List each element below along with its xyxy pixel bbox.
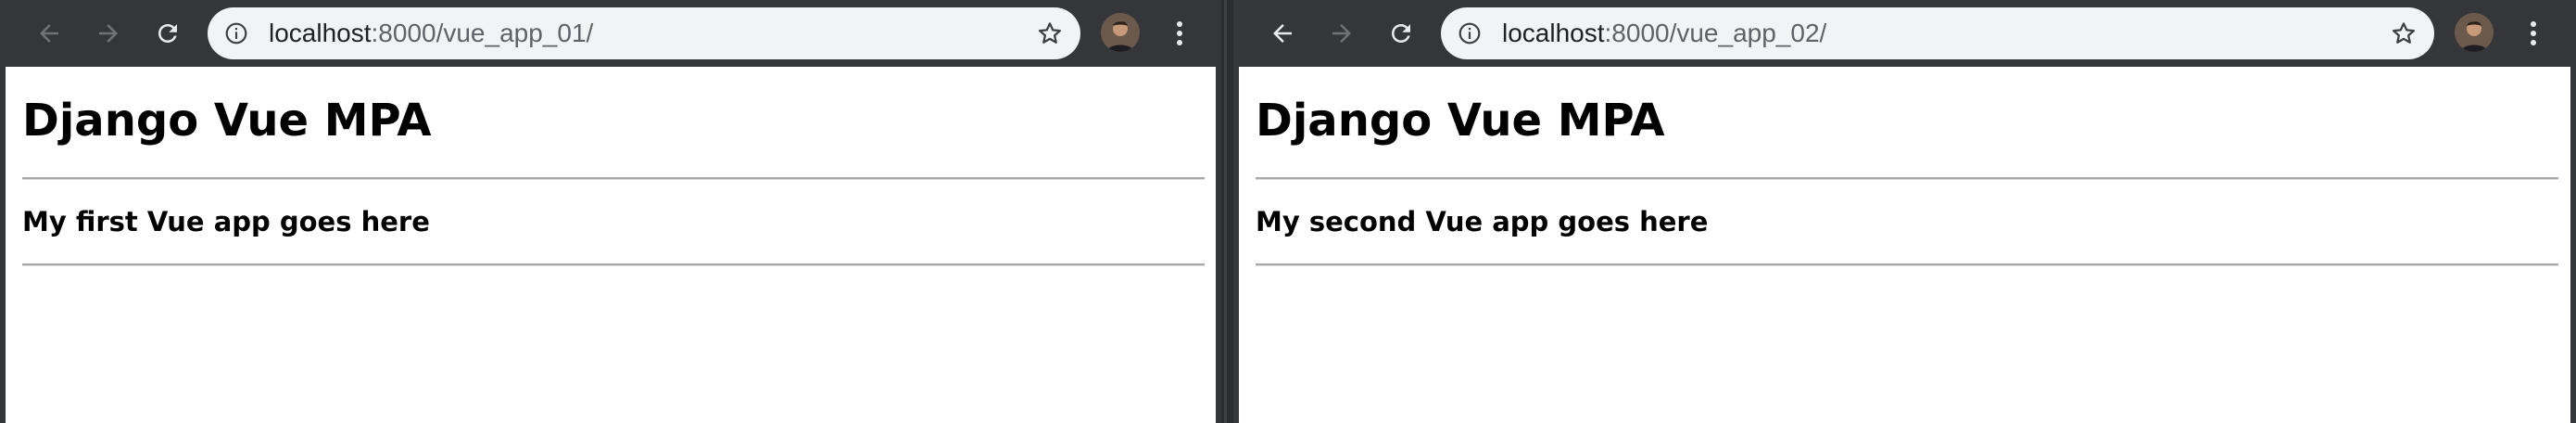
kebab-menu-icon[interactable]	[2524, 17, 2543, 50]
window-divider	[1221, 0, 1233, 423]
horizontal-rule	[22, 177, 1205, 180]
url-text[interactable]: localhost:8000/vue_app_01/	[269, 7, 593, 59]
info-icon[interactable]	[224, 21, 248, 45]
reload-button[interactable]	[146, 12, 189, 55]
vue-app-placeholder: My second Vue app goes here	[1256, 206, 1709, 237]
url-path: :8000/vue_app_02/	[1604, 19, 1827, 47]
url-host: localhost	[1502, 19, 1605, 47]
page-title: Django Vue MPA	[1256, 95, 1665, 147]
window-border	[2570, 67, 2576, 423]
profile-photo	[2455, 13, 2494, 52]
forward-button[interactable]	[1320, 12, 1363, 55]
arrow-right-icon	[1332, 24, 1351, 43]
arrow-left-icon	[1273, 24, 1292, 43]
url-host: localhost	[269, 19, 372, 47]
info-icon[interactable]	[1458, 21, 1482, 45]
avatar[interactable]	[2455, 13, 2494, 52]
back-button[interactable]	[28, 12, 70, 55]
arrow-right-icon	[99, 24, 118, 43]
browser-window-right: localhost:8000/vue_app_02/ Django Vue MP…	[1233, 0, 2576, 423]
browser-toolbar: localhost:8000/vue_app_01/	[0, 0, 1221, 67]
back-button[interactable]	[1261, 12, 1304, 55]
star-icon[interactable]	[1036, 19, 1064, 47]
horizontal-rule	[22, 263, 1205, 266]
avatar[interactable]	[1101, 13, 1140, 52]
screen: localhost:8000/vue_app_01/ Django Vue MP…	[0, 0, 2576, 423]
page-content: Django Vue MPA My second Vue app goes he…	[1239, 67, 2570, 423]
vue-app-placeholder: My first Vue app goes here	[22, 206, 430, 237]
address-bar[interactable]: localhost:8000/vue_app_02/	[1441, 7, 2434, 59]
url-path: :8000/vue_app_01/	[371, 19, 594, 47]
page-title: Django Vue MPA	[22, 95, 432, 147]
kebab-menu-icon[interactable]	[1170, 17, 1189, 50]
reload-icon	[158, 24, 177, 43]
reload-button[interactable]	[1380, 12, 1422, 55]
star-icon[interactable]	[2390, 19, 2418, 47]
forward-button[interactable]	[87, 12, 130, 55]
arrow-left-icon	[40, 24, 58, 43]
horizontal-rule	[1256, 177, 2558, 180]
horizontal-rule	[1256, 263, 2558, 266]
browser-toolbar: localhost:8000/vue_app_02/	[1233, 0, 2576, 67]
reload-icon	[1392, 24, 1410, 43]
profile-photo	[1101, 13, 1140, 52]
url-text[interactable]: localhost:8000/vue_app_02/	[1502, 7, 1826, 59]
browser-window-left: localhost:8000/vue_app_01/ Django Vue MP…	[0, 0, 1221, 423]
address-bar[interactable]: localhost:8000/vue_app_01/	[208, 7, 1080, 59]
page-content: Django Vue MPA My first Vue app goes her…	[6, 67, 1216, 423]
